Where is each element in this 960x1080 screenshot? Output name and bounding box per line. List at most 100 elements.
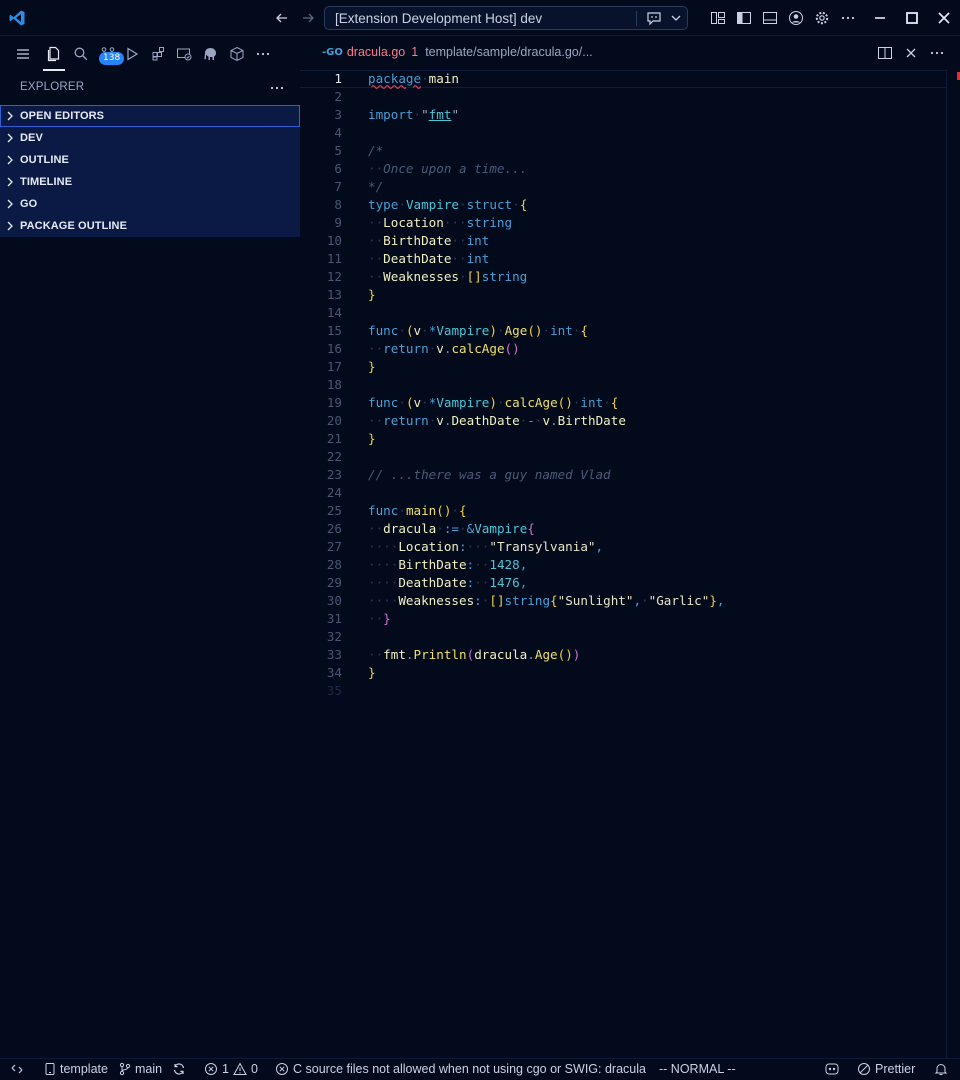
- code-line: 4: [300, 124, 946, 142]
- tab-dracula-go[interactable]: -GO dracula.go 1 template/sample/dracula…: [322, 45, 593, 59]
- tab-problem-count: 1: [411, 45, 419, 59]
- search-icon[interactable]: [72, 45, 90, 63]
- code-line: 14: [300, 304, 946, 322]
- bell-icon[interactable]: [934, 1062, 948, 1076]
- section-dev[interactable]: DEV: [0, 127, 300, 149]
- remote-icon[interactable]: [175, 45, 193, 63]
- more-icon[interactable]: [839, 9, 857, 27]
- section-label: GO: [20, 198, 38, 210]
- device-icon: [44, 1062, 56, 1076]
- code-editor[interactable]: 1 package·main 2 3 import·"fmt" 4 5/* 6 ··O…: [300, 70, 946, 1058]
- warning-icon: [233, 1062, 247, 1076]
- sync-icon[interactable]: [172, 1062, 186, 1076]
- maximize-icon[interactable]: [903, 9, 921, 27]
- line-number: 8: [334, 197, 342, 212]
- project-name: template: [60, 1062, 108, 1076]
- line-number: 14: [326, 305, 342, 320]
- remote-status-icon[interactable]: [10, 1062, 24, 1076]
- section-open-editors[interactable]: OPEN EDITORS: [0, 105, 300, 127]
- section-label: DEV: [20, 132, 43, 144]
- sidebar-toggle-icon[interactable]: [735, 9, 753, 27]
- code-line: 27 ····Location:···"Transylvania",: [300, 538, 946, 556]
- code-line: 22: [300, 448, 946, 466]
- elephant-icon[interactable]: [201, 45, 219, 63]
- line-number: 27: [326, 539, 342, 554]
- tab-path: template/sample/dracula.go/...: [425, 45, 593, 59]
- line-number: 31: [326, 611, 342, 626]
- status-problems[interactable]: 1 0: [204, 1062, 258, 1076]
- line-number: 6: [334, 161, 342, 176]
- code-line: 13}: [300, 286, 946, 304]
- more-icon[interactable]: [269, 80, 285, 96]
- box-icon[interactable]: [228, 45, 246, 63]
- section-outline[interactable]: OUTLINE: [0, 149, 300, 171]
- code-line: 33 ··fmt.Println(dracula.Age()): [300, 646, 946, 664]
- code-line: 12 ··Weaknesses·[]string: [300, 268, 946, 286]
- code-line: 23// ...there was a guy named Vlad: [300, 466, 946, 484]
- extensions-icon[interactable]: [150, 45, 168, 63]
- section-timeline[interactable]: TIMELINE: [0, 171, 300, 193]
- code-line: 35: [300, 682, 946, 700]
- code-line: 31 ··}: [300, 610, 946, 628]
- code-line: 15 func·(v·*Vampire)·Age()·int·{: [300, 322, 946, 340]
- error-icon: [275, 1062, 289, 1076]
- error-count: 1: [222, 1062, 229, 1076]
- line-number: 20: [326, 413, 342, 428]
- code-line: 17}: [300, 358, 946, 376]
- code-line: 20 ··return·v.DeathDate·-·v.BirthDate: [300, 412, 946, 430]
- section-label: OUTLINE: [20, 154, 69, 166]
- files-icon[interactable]: [45, 45, 63, 63]
- status-project[interactable]: template: [44, 1062, 108, 1076]
- code-line: 9 ··Location···string: [300, 214, 946, 232]
- line-number: 34: [326, 665, 342, 680]
- vim-mode: -- NORMAL --: [659, 1062, 736, 1076]
- arrow-left-icon[interactable]: [273, 9, 291, 27]
- line-number: 17: [326, 359, 342, 374]
- copilot-icon[interactable]: [645, 10, 663, 26]
- split-editor-icon[interactable]: [877, 45, 893, 61]
- command-center-label: [Extension Development Host] dev: [335, 11, 543, 26]
- code-line: 2: [300, 88, 946, 106]
- code-line: 8 type·Vampire·struct·{: [300, 196, 946, 214]
- code-line: 26 ··dracula·:=·&Vampire{: [300, 520, 946, 538]
- status-branch[interactable]: main: [119, 1062, 162, 1076]
- status-message[interactable]: C source files not allowed when not usin…: [275, 1062, 646, 1076]
- minimize-icon[interactable]: [871, 9, 889, 27]
- message-text: C source files not allowed when not usin…: [293, 1062, 646, 1076]
- more-icon[interactable]: [929, 45, 945, 61]
- line-number: 9: [334, 215, 342, 230]
- close-icon[interactable]: [935, 9, 953, 27]
- command-center[interactable]: [Extension Development Host] dev: [324, 6, 688, 30]
- line-number: 25: [326, 503, 342, 518]
- close-icon[interactable]: [904, 45, 918, 61]
- account-icon[interactable]: [787, 9, 805, 27]
- panel-toggle-icon[interactable]: [761, 9, 779, 27]
- line-number: 32: [326, 629, 342, 644]
- section-package-outline[interactable]: PACKAGE OUTLINE: [0, 215, 300, 237]
- arrow-right-icon[interactable]: [299, 9, 317, 27]
- editor-scrollbar[interactable]: [946, 70, 960, 1058]
- editor-tab-bar: -GO dracula.go 1 template/sample/dracula…: [300, 36, 960, 70]
- code-line: 25 func·main()·{: [300, 502, 946, 520]
- more-icon[interactable]: [254, 45, 272, 63]
- vscode-logo-icon: [8, 9, 26, 27]
- section-go[interactable]: GO: [0, 193, 300, 215]
- line-number: 29: [326, 575, 342, 590]
- section-label: TIMELINE: [20, 176, 73, 188]
- chevron-down-icon[interactable]: [671, 12, 681, 24]
- line-number: 7: [334, 179, 342, 194]
- line-number: 18: [326, 377, 342, 392]
- line-number: 30: [326, 593, 342, 608]
- line-number: 16: [326, 341, 342, 356]
- chevron-right-icon: [0, 155, 20, 165]
- layout-icon[interactable]: [709, 9, 727, 27]
- status-prettier[interactable]: Prettier: [857, 1062, 915, 1076]
- menu-icon[interactable]: [14, 45, 32, 63]
- code-line: 1 package·main: [300, 70, 946, 88]
- line-number: 13: [326, 287, 342, 302]
- copilot-status-icon[interactable]: [824, 1062, 840, 1076]
- gear-icon[interactable]: [813, 9, 831, 27]
- command-center-divider: [636, 11, 637, 26]
- run-debug-icon[interactable]: [123, 45, 141, 63]
- code-line: 5/*: [300, 142, 946, 160]
